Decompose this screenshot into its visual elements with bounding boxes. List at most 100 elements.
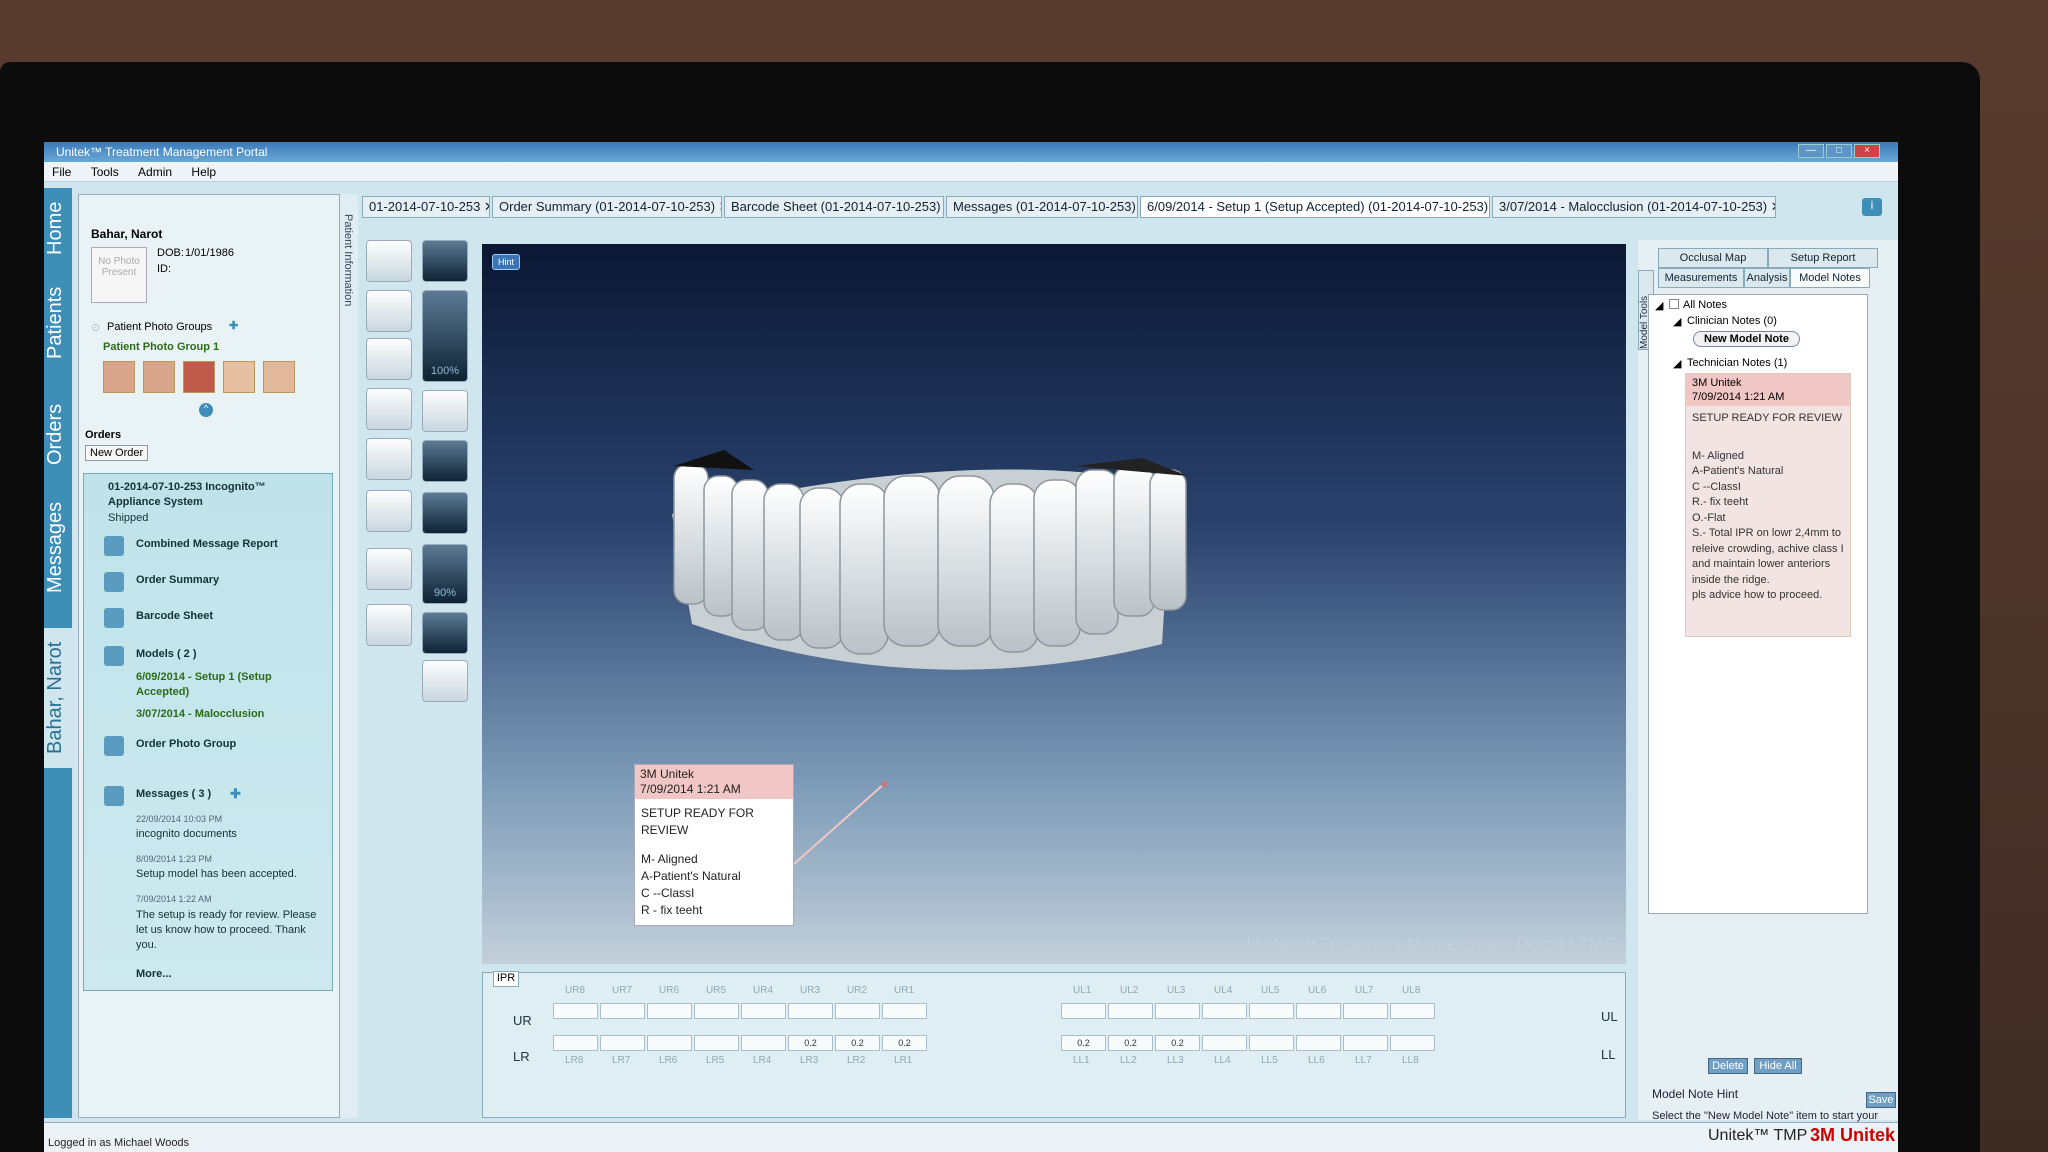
patient-info-tab[interactable]: Patient Information (342, 214, 354, 306)
add-photo-group-icon[interactable]: ✚ (229, 319, 238, 332)
ipr-cell-upper[interactable] (1061, 1003, 1106, 1019)
model-setup-link[interactable]: 6/09/2014 - Setup 1 (Setup Accepted) (136, 670, 326, 700)
model-malocclusion-link[interactable]: 3/07/2014 - Malocclusion (136, 708, 264, 720)
ipr-cell-lower[interactable] (694, 1035, 739, 1051)
tab-occlusal-map[interactable]: Occlusal Map (1658, 248, 1768, 268)
close-icon[interactable]: × (1854, 144, 1880, 158)
tree-collapse-icon[interactable]: ◢ (1673, 357, 1681, 370)
grid-tool-icon[interactable] (366, 548, 412, 590)
photo-group-name[interactable]: Patient Photo Group 1 (103, 341, 219, 353)
new-order-button[interactable]: New Order (85, 445, 149, 461)
lower-view-icon[interactable] (422, 390, 468, 432)
delete-button[interactable]: Delete (1708, 1058, 1748, 1074)
scroll-up-icon[interactable]: ^ (199, 403, 213, 417)
ipr-cell-upper[interactable] (1202, 1003, 1247, 1019)
ipr-cell-upper[interactable] (788, 1003, 833, 1019)
model-note-popup[interactable]: 3M Unitek 7/09/2014 1:21 AM SETUP READY … (634, 764, 794, 926)
ipr-cell-lower[interactable] (741, 1035, 786, 1051)
patient-info-strip[interactable]: Patient Information (340, 194, 358, 1118)
lock-icon[interactable] (366, 604, 412, 646)
new-model-note-button[interactable]: New Model Note (1693, 331, 1800, 347)
ipr-cell-lower[interactable]: 0.2 (882, 1035, 927, 1051)
hide-all-button[interactable]: Hide All (1754, 1058, 1802, 1074)
arch-view-icon[interactable] (422, 440, 468, 482)
tab-setup-report[interactable]: Setup Report (1768, 248, 1878, 268)
messages-label[interactable]: Messages ( 3 ) (136, 788, 211, 800)
left-view-icon[interactable] (366, 388, 412, 430)
photo-thumb[interactable] (183, 361, 215, 393)
barcode-sheet-link[interactable]: Barcode Sheet (136, 610, 213, 622)
ipr-cell-upper[interactable] (741, 1003, 786, 1019)
save-button[interactable]: Save (1866, 1092, 1896, 1108)
ipr-cell-upper[interactable] (1343, 1003, 1388, 1019)
message-text[interactable]: The setup is ready for review. Please le… (136, 908, 326, 953)
message-text[interactable]: Setup model has been accepted. (136, 868, 297, 880)
technician-note[interactable]: 3M Unitek 7/09/2014 1:21 AM SETUP READY … (1685, 373, 1851, 637)
ipr-cell-lower[interactable] (600, 1035, 645, 1051)
ipr-cell-upper[interactable] (1390, 1003, 1435, 1019)
tree-collapse-icon[interactable]: ◢ (1673, 315, 1681, 328)
ipr-cell-upper[interactable] (835, 1003, 880, 1019)
front-view-icon[interactable] (366, 240, 412, 282)
order-photo-group-link[interactable]: Order Photo Group (136, 738, 236, 750)
ipr-tab[interactable]: IPR (493, 971, 519, 987)
gingiva-icon[interactable] (422, 492, 468, 534)
nav-patients[interactable]: Patients (44, 278, 72, 368)
menu-file[interactable]: File (52, 162, 71, 182)
ipr-cell-lower[interactable] (1296, 1035, 1341, 1051)
add-message-icon[interactable]: ✚ (230, 786, 241, 802)
all-notes-checkbox[interactable] (1669, 299, 1679, 309)
tab-order-summary[interactable]: Order Summary (01-2014-07-10-253) ✕ (492, 196, 722, 218)
tree-collapse-icon[interactable]: ◢ (1655, 299, 1663, 312)
minimize-icon[interactable]: — (1798, 144, 1824, 158)
mesh-grid-icon[interactable] (422, 660, 468, 702)
ipr-cell-lower[interactable] (647, 1035, 692, 1051)
ipr-cell-lower[interactable]: 0.2 (1155, 1035, 1200, 1051)
maximize-icon[interactable]: □ (1826, 144, 1852, 158)
tab-analysis[interactable]: Analysis (1744, 268, 1790, 288)
ipr-cell-upper[interactable] (1296, 1003, 1341, 1019)
occlusal-upper-icon[interactable] (366, 438, 412, 480)
note-body[interactable]: SETUP READY FOR REVIEW M- Aligned A-Pati… (635, 799, 793, 919)
tab-model-notes[interactable]: Model Notes (1790, 268, 1870, 288)
ipr-cell-upper[interactable] (647, 1003, 692, 1019)
models-label[interactable]: Models ( 2 ) (136, 648, 197, 660)
right-view-icon[interactable] (366, 338, 412, 380)
ipr-cell-lower[interactable] (1390, 1035, 1435, 1051)
tab-setup[interactable]: 6/09/2014 - Setup 1 (Setup Accepted) (01… (1140, 196, 1490, 218)
tab-barcode-sheet[interactable]: Barcode Sheet (01-2014-07-10-253) ✕ (724, 196, 944, 218)
ipr-cell-upper[interactable] (882, 1003, 927, 1019)
menu-admin[interactable]: Admin (138, 162, 172, 182)
opacity-slider-icon[interactable]: 100% (422, 290, 468, 382)
opacity-slider-2-icon[interactable]: 90% (422, 544, 468, 604)
appliance-icon[interactable] (422, 612, 468, 654)
info-icon[interactable]: i (1862, 198, 1882, 216)
tab-malocclusion[interactable]: 3/07/2014 - Malocclusion (01-2014-07-10-… (1492, 196, 1776, 218)
nav-messages[interactable]: Messages (44, 492, 72, 602)
ipr-cell-upper[interactable] (1155, 1003, 1200, 1019)
occlusal-lower-icon[interactable] (366, 490, 412, 532)
note-anchor-point[interactable] (881, 781, 887, 787)
menu-tools[interactable]: Tools (91, 162, 119, 182)
nav-patient-tab[interactable]: Bahar, Narot (44, 628, 72, 768)
collapse-icon[interactable]: ⊙ (91, 321, 100, 334)
photo-thumb[interactable] (263, 361, 295, 393)
ipr-cell-lower[interactable]: 0.2 (1108, 1035, 1153, 1051)
ipr-cell-upper[interactable] (1249, 1003, 1294, 1019)
ipr-cell-upper[interactable] (694, 1003, 739, 1019)
upper-view-icon[interactable] (422, 240, 468, 282)
ipr-cell-upper[interactable] (600, 1003, 645, 1019)
ipr-cell-lower[interactable] (1343, 1035, 1388, 1051)
ipr-cell-lower[interactable]: 0.2 (1061, 1035, 1106, 1051)
combined-report-link[interactable]: Combined Message Report (136, 538, 278, 550)
ipr-cell-lower[interactable] (1249, 1035, 1294, 1051)
tab-order[interactable]: 01-2014-07-10-253 ✕ (362, 196, 490, 218)
ipr-cell-lower[interactable] (1202, 1035, 1247, 1051)
bite-view-icon[interactable] (366, 290, 412, 332)
photo-thumb[interactable] (143, 361, 175, 393)
nav-orders[interactable]: Orders (44, 394, 72, 474)
ipr-cell-lower[interactable]: 0.2 (835, 1035, 880, 1051)
ipr-cell-upper[interactable] (1108, 1003, 1153, 1019)
nav-home[interactable]: Home (44, 198, 72, 258)
ipr-cell-lower[interactable]: 0.2 (788, 1035, 833, 1051)
